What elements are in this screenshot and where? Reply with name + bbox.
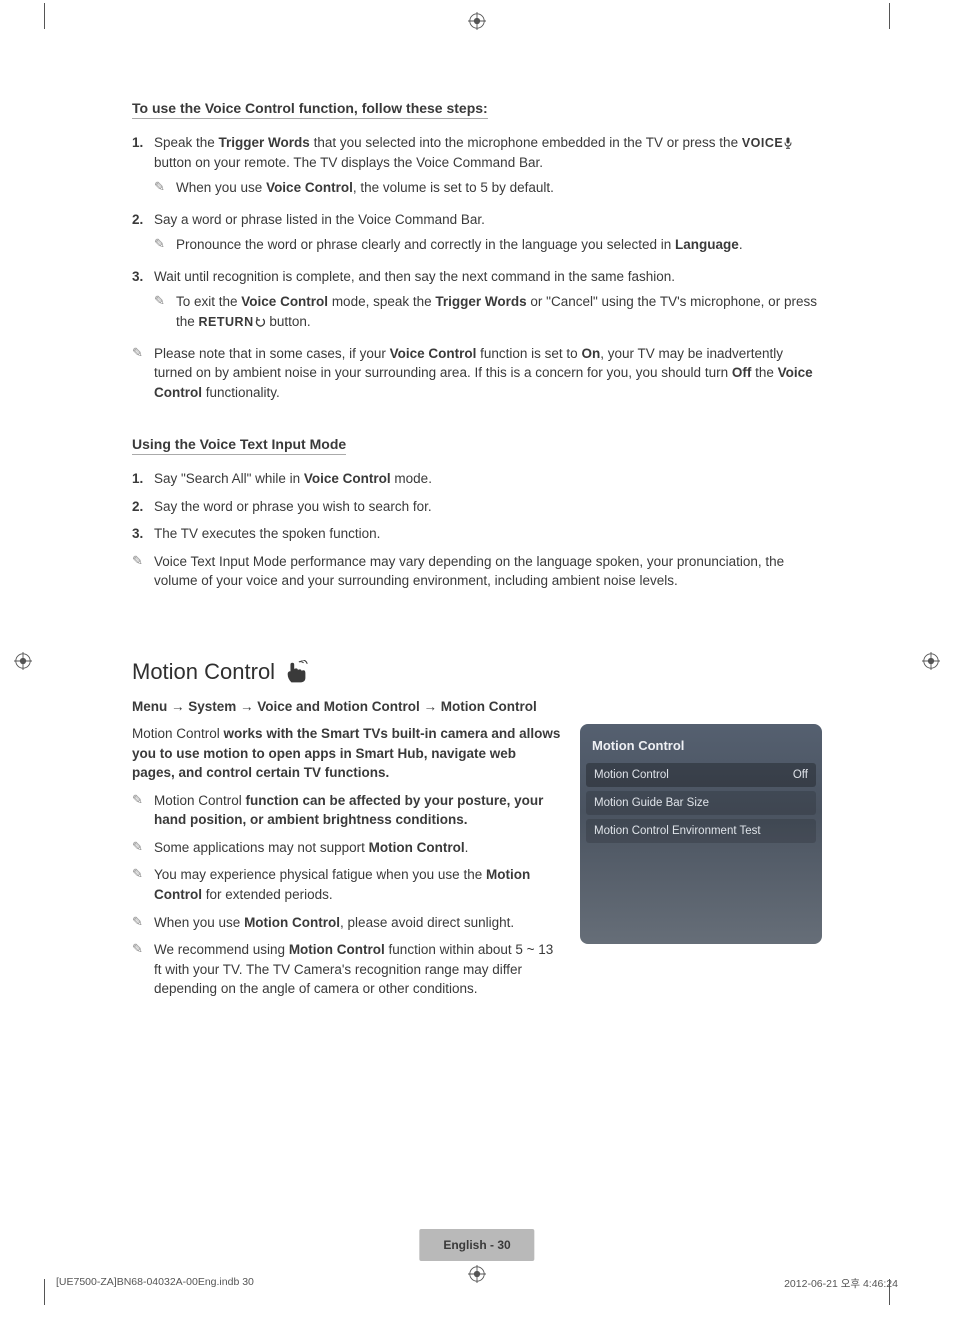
- panel-row: Motion Control Off: [586, 763, 816, 787]
- note-item: ✎Some applications may not support Motio…: [132, 838, 562, 858]
- note-text: When you use Motion Control, please avoi…: [154, 913, 562, 933]
- list-body: Wait until recognition is complete, and …: [154, 267, 822, 336]
- list-number: 2.: [132, 497, 154, 517]
- list-item: 1.Say "Search All" while in Voice Contro…: [132, 469, 822, 489]
- panel-row-label: Motion Guide Bar Size: [594, 797, 709, 809]
- sub-note: ✎Pronounce the word or phrase clearly an…: [154, 235, 822, 255]
- note-icon: ✎: [132, 940, 154, 999]
- list-body: Say the word or phrase you wish to searc…: [154, 497, 822, 517]
- page-footer-label: English - 30: [419, 1229, 534, 1261]
- note-text: To exit the Voice Control mode, speak th…: [176, 292, 822, 331]
- panel-row-value: Off: [793, 769, 808, 781]
- section-heading: To use the Voice Control function, follo…: [132, 100, 488, 119]
- note-text: Some applications may not support Motion…: [154, 838, 562, 858]
- sub-note: ✎When you use Voice Control, the volume …: [154, 178, 822, 198]
- footer-right: 2012-06-21 오후 4:46:24: [784, 1276, 898, 1291]
- list-number: 3.: [132, 524, 154, 544]
- note-text: Please note that in some cases, if your …: [154, 344, 822, 403]
- crop-tick-icon: [44, 1279, 45, 1305]
- note-item: ✎When you use Motion Control, please avo…: [132, 913, 562, 933]
- list-item: 2.Say a word or phrase listed in the Voi…: [132, 210, 822, 259]
- hand-icon: [283, 660, 311, 684]
- page-content: To use the Voice Control function, follo…: [132, 100, 822, 1007]
- note-item: ✎ Voice Text Input Mode performance may …: [132, 552, 822, 591]
- panel-row-label: Motion Control Environment Test: [594, 825, 761, 837]
- list-body: Say "Search All" while in Voice Control …: [154, 469, 822, 489]
- list-number: 1.: [132, 469, 154, 489]
- crop-tick-icon: [44, 3, 45, 29]
- note-item: ✎We recommend using Motion Control funct…: [132, 940, 562, 999]
- note-icon: ✎: [132, 344, 154, 403]
- registration-mark-icon: [468, 12, 486, 30]
- list-number: 1.: [132, 133, 154, 202]
- voice-button-label: VOICE: [742, 136, 783, 150]
- footer-left: [UE7500-ZA]BN68-04032A-00Eng.indb 30: [56, 1276, 254, 1291]
- note-icon: ✎: [132, 552, 154, 591]
- list-item: 3.Wait until recognition is complete, an…: [132, 267, 822, 336]
- note-text: We recommend using Motion Control functi…: [154, 940, 562, 999]
- footer-meta: [UE7500-ZA]BN68-04032A-00Eng.indb 30 201…: [56, 1276, 898, 1291]
- menu-path: Menu → System → Voice and Motion Control…: [132, 699, 822, 714]
- crop-tick-icon: [889, 3, 890, 29]
- registration-mark-icon: [922, 652, 940, 670]
- note-icon: ✎: [154, 292, 176, 331]
- list-number: 2.: [132, 210, 154, 259]
- panel-row: Motion Guide Bar Size: [586, 791, 816, 815]
- list-body: The TV executes the spoken function.: [154, 524, 822, 544]
- sub-note: ✎To exit the Voice Control mode, speak t…: [154, 292, 822, 331]
- return-button-label: RETURN: [199, 315, 254, 329]
- note-text: Motion Control function can be affected …: [154, 791, 562, 830]
- list-body: Say a word or phrase listed in the Voice…: [154, 210, 822, 259]
- note-text: Pronounce the word or phrase clearly and…: [176, 235, 822, 255]
- list-item: 2.Say the word or phrase you wish to sea…: [132, 497, 822, 517]
- panel-row: Motion Control Environment Test: [586, 819, 816, 843]
- note-icon: ✎: [132, 865, 154, 904]
- note-item: ✎You may experience physical fatigue whe…: [132, 865, 562, 904]
- panel-title: Motion Control: [580, 734, 822, 763]
- list-item: 1.Speak the Trigger Words that you selec…: [132, 133, 822, 202]
- note-icon: ✎: [132, 913, 154, 933]
- section-title: Motion Control: [132, 659, 822, 685]
- microphone-icon: [783, 135, 793, 147]
- note-text: When you use Voice Control, the volume i…: [176, 178, 822, 198]
- note-icon: ✎: [132, 791, 154, 830]
- section-title-text: Motion Control: [132, 659, 275, 685]
- section-heading: Using the Voice Text Input Mode: [132, 436, 346, 455]
- intro-text: Motion Control works with the Smart TVs …: [132, 724, 562, 783]
- return-arrow-icon: [254, 314, 266, 326]
- motion-control-panel: Motion Control Motion Control Off Motion G…: [580, 724, 822, 944]
- note-text: Voice Text Input Mode performance may va…: [154, 552, 822, 591]
- note-item: ✎ Please note that in some cases, if you…: [132, 344, 822, 403]
- registration-mark-icon: [14, 652, 32, 670]
- list-number: 3.: [132, 267, 154, 336]
- note-icon: ✎: [154, 178, 176, 198]
- note-icon: ✎: [154, 235, 176, 255]
- panel-row-label: Motion Control: [594, 769, 669, 781]
- list-body: Speak the Trigger Words that you selecte…: [154, 133, 822, 202]
- note-icon: ✎: [132, 838, 154, 858]
- list-item: 3.The TV executes the spoken function.: [132, 524, 822, 544]
- note-text: You may experience physical fatigue when…: [154, 865, 562, 904]
- note-item: ✎Motion Control function can be affected…: [132, 791, 562, 830]
